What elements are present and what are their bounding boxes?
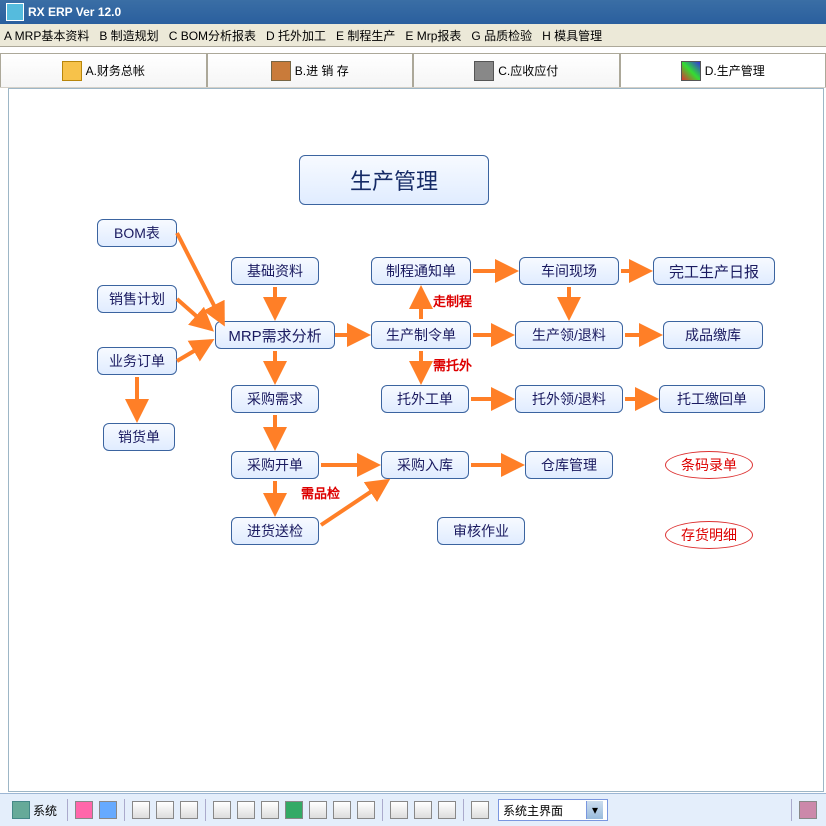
tab-ar-ap[interactable]: C.应收应付 xyxy=(413,53,620,87)
separator xyxy=(124,799,125,821)
label-go-route: 走制程 xyxy=(433,291,472,310)
tab-finance[interactable]: A.财务总帐 xyxy=(0,53,207,87)
node-bom[interactable]: BOM表 xyxy=(97,219,177,247)
doc2-icon[interactable] xyxy=(414,801,432,819)
gear-icon xyxy=(12,801,30,819)
system-menu-button[interactable]: 系统 xyxy=(6,799,63,821)
app-icon xyxy=(6,3,24,21)
node-purchase-open[interactable]: 采购开单 xyxy=(231,451,319,479)
separator xyxy=(67,799,68,821)
tab-label: D.生产管理 xyxy=(705,62,765,79)
menu-d[interactable]: D 托外加工 xyxy=(266,27,326,44)
node-purchase-req[interactable]: 采购需求 xyxy=(231,385,319,413)
chevron-down-icon: ▾ xyxy=(586,801,603,819)
node-prod-order[interactable]: 生产制令单 xyxy=(371,321,471,349)
calendar-icon[interactable] xyxy=(309,801,327,819)
node-purchase-in[interactable]: 采购入库 xyxy=(381,451,469,479)
node-biz-order[interactable]: 业务订单 xyxy=(97,347,177,375)
menubar: A MRP基本资料 B 制造规划 C BOM分析报表 D 托外加工 E 制程生产… xyxy=(0,24,826,47)
oval-stock-detail[interactable]: 存货明细 xyxy=(665,521,753,549)
node-warehouse[interactable]: 仓库管理 xyxy=(525,451,613,479)
node-finish-daily[interactable]: 完工生产日报 xyxy=(653,257,775,285)
tab-label: A.财务总帐 xyxy=(86,62,145,79)
book-icon xyxy=(62,61,82,81)
label-need-out: 需托外 xyxy=(433,355,472,374)
exit-icon[interactable] xyxy=(799,801,817,819)
tab-inventory[interactable]: B.进 销 存 xyxy=(207,53,414,87)
node-review[interactable]: 审核作业 xyxy=(437,517,525,545)
menu-e[interactable]: E 制程生产 xyxy=(336,27,395,44)
toolbar-icon-1[interactable] xyxy=(75,801,93,819)
separator xyxy=(382,799,383,821)
node-base-data[interactable]: 基础资料 xyxy=(231,257,319,285)
node-outsource-order[interactable]: 托外工单 xyxy=(381,385,469,413)
node-out-return[interactable]: 托工缴回单 xyxy=(659,385,765,413)
tab-label: B.进 销 存 xyxy=(295,62,349,79)
diagram-canvas: 生产管理 BOM表 销售计划 业务订单 销货单 基础资料 MRP需求分析 采购需… xyxy=(8,88,824,792)
send-icon[interactable] xyxy=(357,801,375,819)
node-mrp[interactable]: MRP需求分析 xyxy=(215,321,335,349)
doc1-icon[interactable] xyxy=(390,801,408,819)
doc3-icon[interactable] xyxy=(438,801,456,819)
oval-barcode[interactable]: 条码录单 xyxy=(665,451,753,479)
node-out-pick[interactable]: 托外领/退料 xyxy=(515,385,623,413)
menu-e2[interactable]: E Mrp报表 xyxy=(405,27,461,44)
window-icon[interactable] xyxy=(471,801,489,819)
tab-production[interactable]: D.生产管理 xyxy=(620,53,826,87)
safe-icon xyxy=(474,61,494,81)
copy-icon[interactable] xyxy=(132,801,150,819)
label-need-qc: 需品检 xyxy=(301,483,340,502)
diagram-title: 生产管理 xyxy=(299,155,489,205)
pilcrow-icon[interactable] xyxy=(213,801,231,819)
tab-row: A.财务总帐 B.进 销 存 C.应收应付 D.生产管理 xyxy=(0,47,826,88)
view-combo[interactable]: 系统主界面 ▾ xyxy=(498,799,608,821)
menu-a[interactable]: A MRP基本资料 xyxy=(4,27,89,44)
combo-value: 系统主界面 xyxy=(503,802,563,819)
node-prod-pick[interactable]: 生产领/退料 xyxy=(515,321,623,349)
menu-b[interactable]: B 制造规划 xyxy=(99,27,158,44)
menu-c[interactable]: C BOM分析报表 xyxy=(169,27,256,44)
titlebar: RX ERP Ver 12.0 xyxy=(0,0,826,24)
separator xyxy=(205,799,206,821)
truck-icon xyxy=(271,61,291,81)
toolbar-icon-2[interactable] xyxy=(99,801,117,819)
bottom-toolbar: 系统 系统主界面 ▾ xyxy=(0,793,826,826)
cut-icon[interactable] xyxy=(180,801,198,819)
tab-label: C.应收应付 xyxy=(498,62,558,79)
node-finish-store[interactable]: 成品缴库 xyxy=(663,321,763,349)
tool-icon[interactable] xyxy=(261,801,279,819)
cube-icon xyxy=(681,61,701,81)
menu-g[interactable]: G 品质检验 xyxy=(471,27,532,44)
currency-icon[interactable] xyxy=(285,801,303,819)
separator xyxy=(791,799,792,821)
table-icon[interactable] xyxy=(333,801,351,819)
menu-h[interactable]: H 模具管理 xyxy=(542,27,602,44)
node-sales-plan[interactable]: 销售计划 xyxy=(97,285,177,313)
separator xyxy=(463,799,464,821)
node-workshop[interactable]: 车间现场 xyxy=(519,257,619,285)
system-label: 系统 xyxy=(33,802,57,819)
window-title: RX ERP Ver 12.0 xyxy=(28,5,121,19)
refresh-icon[interactable] xyxy=(237,801,255,819)
node-sales-slip[interactable]: 销货单 xyxy=(103,423,175,451)
node-incoming-inspect[interactable]: 进货送检 xyxy=(231,517,319,545)
paste-icon[interactable] xyxy=(156,801,174,819)
node-route-notice[interactable]: 制程通知单 xyxy=(371,257,471,285)
